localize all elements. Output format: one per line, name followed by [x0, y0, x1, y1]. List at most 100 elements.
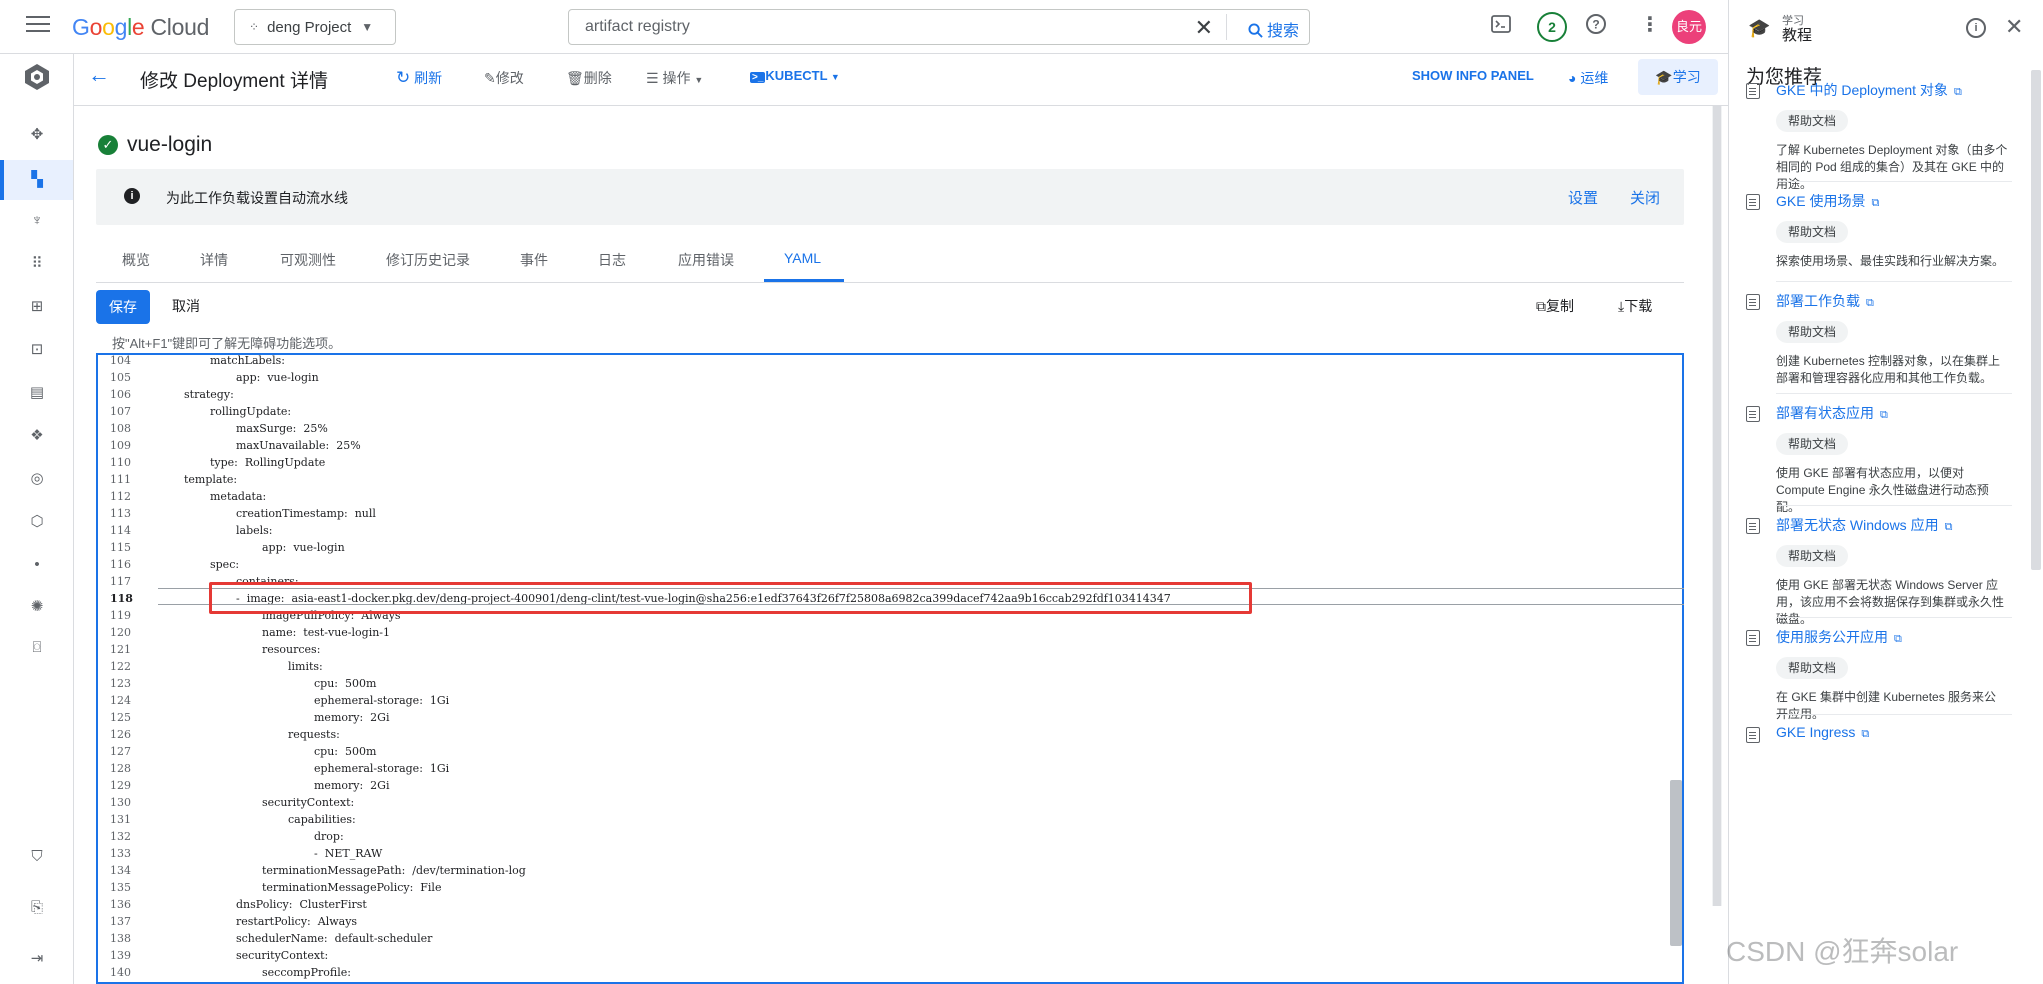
back-arrow-icon[interactable]: ←	[88, 62, 110, 88]
nav-dot-icon[interactable]: •	[27, 555, 47, 575]
yaml-line[interactable]: 138 schedulerName: default-scheduler	[98, 930, 1682, 947]
yaml-line[interactable]: 140 seccompProfile:	[98, 964, 1682, 981]
cloud-shell-icon[interactable]	[1491, 15, 1511, 38]
kubectl-menu[interactable]: >_ KUBECTL ▼	[750, 68, 840, 83]
yaml-line[interactable]: 120 name: test-vue-login-1	[98, 624, 1682, 641]
clear-search-icon[interactable]: ✕	[1195, 15, 1213, 41]
yaml-line[interactable]: 124 ephemeral-storage: 1Gi	[98, 692, 1682, 709]
refresh-button[interactable]: ↻ 刷新	[396, 68, 442, 88]
info-icon[interactable]: i	[1966, 18, 1986, 38]
yaml-line[interactable]: 134 terminationMessagePath: /dev/terminat…	[98, 862, 1682, 879]
yaml-line[interactable]: 122 limits:	[98, 658, 1682, 675]
tab-events[interactable]: 事件	[520, 250, 548, 270]
yaml-line[interactable]: 109 maxUnavailable: 25%	[98, 437, 1682, 454]
avatar[interactable]: 良元	[1672, 10, 1706, 44]
nav-storage-icon[interactable]: ▤	[27, 383, 47, 403]
tab-overview[interactable]: 概览	[122, 250, 150, 270]
yaml-line[interactable]: 108 maxSurge: 25%	[98, 420, 1682, 437]
yaml-line[interactable]: 130 securityContext:	[98, 794, 1682, 811]
copy-button[interactable]: ⧉复制	[1536, 296, 1574, 316]
yaml-line[interactable]: 114 labels:	[98, 522, 1682, 539]
card-title[interactable]: GKE 使用场景 ⧉	[1776, 191, 1879, 211]
nav-apps-icon[interactable]: ⠿	[27, 254, 47, 274]
yaml-line[interactable]: 105 app: vue-login	[98, 369, 1682, 386]
yaml-line[interactable]: 112 metadata:	[98, 488, 1682, 505]
yaml-line[interactable]: 128 ephemeral-storage: 1Gi	[98, 760, 1682, 777]
yaml-line[interactable]: 135 terminationMessagePolicy: File	[98, 879, 1682, 896]
google-cloud-logo[interactable]: Google Cloud	[72, 14, 209, 41]
search-button[interactable]: 搜索	[1248, 17, 1299, 41]
nav-grid-icon[interactable]: ⊞	[27, 297, 47, 317]
tab-app-errors[interactable]: 应用错误	[678, 250, 734, 270]
learn-button[interactable]: 🎓学习	[1638, 59, 1718, 95]
card-title[interactable]: 部署无状态 Windows 应用 ⧉	[1776, 515, 1952, 535]
nav-marketplace-icon[interactable]: ⌼	[27, 638, 47, 658]
notifications-badge[interactable]: 2	[1537, 12, 1567, 42]
tab-yaml[interactable]: YAML	[784, 250, 821, 266]
nav-security-icon[interactable]: ✺	[27, 597, 47, 617]
yaml-line[interactable]: 123 cpu: 500m	[98, 675, 1682, 692]
nav-config-icon[interactable]: ⊡	[27, 340, 47, 360]
actions-menu[interactable]: ☰ 操作 ▼	[646, 68, 703, 88]
card-title[interactable]: 使用服务公开应用 ⧉	[1776, 627, 1902, 647]
page-scrollbar-thumb[interactable]	[1713, 106, 1721, 906]
yaml-line[interactable]: 115 app: vue-login	[98, 539, 1682, 556]
nav-migrate-icon[interactable]: ◎	[27, 469, 47, 489]
close-panel-icon[interactable]: ✕	[2005, 14, 2023, 40]
main-menu-icon[interactable]	[26, 16, 50, 36]
tab-logs[interactable]: 日志	[598, 250, 626, 270]
yaml-line[interactable]: 125 memory: 2Gi	[98, 709, 1682, 726]
banner-close-link[interactable]: 关闭	[1630, 187, 1660, 208]
tab-observability[interactable]: 可观测性	[280, 250, 336, 270]
search-input[interactable]: artifact registry	[585, 18, 690, 36]
yaml-editor[interactable]: 104 matchLabels: 105 app: vue-login 106 strat…	[96, 353, 1684, 984]
project-selector[interactable]: ⁘ deng Project ▼	[234, 9, 396, 45]
yaml-line[interactable]: 107 rollingUpdate:	[98, 403, 1682, 420]
nav-overview-icon[interactable]: ✥	[27, 125, 47, 145]
yaml-line[interactable]: 110 type: RollingUpdate	[98, 454, 1682, 471]
nav-services-icon[interactable]: ♆	[27, 211, 47, 231]
page-scrollbar[interactable]	[1712, 106, 1722, 906]
help-icon[interactable]: ?	[1585, 13, 1607, 40]
nav-release-notes-icon[interactable]: ⎘	[27, 898, 47, 918]
tab-details[interactable]: 详情	[200, 250, 228, 270]
yaml-line[interactable]: 136 dnsPolicy: ClusterFirst	[98, 896, 1682, 913]
yaml-line[interactable]: 106 strategy:	[98, 386, 1682, 403]
card-title[interactable]: GKE Ingress ⧉	[1776, 724, 1869, 741]
yaml-line[interactable]: 139 securityContext:	[98, 947, 1682, 964]
search-box[interactable]: artifact registry ✕ 搜索	[568, 9, 1310, 45]
yaml-line[interactable]: 133 - NET_RAW	[98, 845, 1682, 862]
panel-scrollbar[interactable]	[2031, 70, 2041, 570]
yaml-line[interactable]: 127 cpu: 500m	[98, 743, 1682, 760]
download-button[interactable]: ⤓下载	[1618, 296, 1652, 316]
yaml-line[interactable]: 104 matchLabels:	[98, 355, 1682, 369]
yaml-line[interactable]: 113 creationTimestamp: null	[98, 505, 1682, 522]
ops-button[interactable]: ◕ 运维	[1568, 68, 1608, 88]
yaml-line[interactable]: 131 capabilities:	[98, 811, 1682, 828]
save-button[interactable]: 保存	[96, 290, 150, 324]
yaml-line[interactable]: 126 requests:	[98, 726, 1682, 743]
yaml-line[interactable]: 121 resources:	[98, 641, 1682, 658]
yaml-line[interactable]: 111 template:	[98, 471, 1682, 488]
yaml-line[interactable]: 116 spec:	[98, 556, 1682, 573]
nav-collapse-icon[interactable]: ⇥	[27, 949, 47, 969]
editor-scrollbar[interactable]	[1670, 780, 1682, 946]
cancel-button[interactable]: 取消	[172, 296, 200, 316]
yaml-line[interactable]: 132 drop:	[98, 828, 1682, 845]
nav-workloads-icon[interactable]: ▚	[27, 170, 47, 190]
kubernetes-engine-icon[interactable]	[22, 62, 52, 92]
nav-backup-icon[interactable]: ⬡	[27, 512, 47, 532]
nav-marketplace-cart-icon[interactable]: ⛉	[27, 847, 47, 867]
card-title[interactable]: 部署工作负载 ⧉	[1776, 291, 1874, 311]
card-title[interactable]: GKE 中的 Deployment 对象 ⧉	[1776, 80, 1962, 100]
nav-object-browser-icon[interactable]: ❖	[27, 426, 47, 446]
tab-revision-history[interactable]: 修订历史记录	[386, 250, 470, 270]
show-info-panel-button[interactable]: SHOW INFO PANEL	[1412, 68, 1534, 83]
yaml-line[interactable]: 129 memory: 2Gi	[98, 777, 1682, 794]
more-vert-icon[interactable]: ⋮	[1640, 12, 1660, 37]
yaml-line[interactable]: 137 restartPolicy: Always	[98, 913, 1682, 930]
edit-button[interactable]: ✎修改	[484, 68, 524, 88]
card-title[interactable]: 部署有状态应用 ⧉	[1776, 403, 1888, 423]
delete-button[interactable]: 🗑删除	[566, 68, 612, 88]
banner-settings-link[interactable]: 设置	[1568, 187, 1598, 208]
